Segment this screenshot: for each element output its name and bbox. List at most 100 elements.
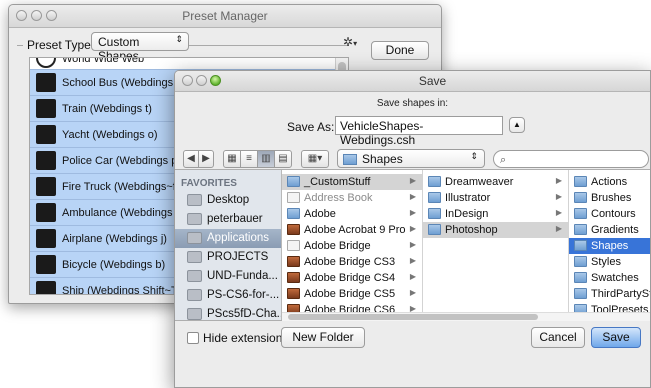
- browser-item[interactable]: InDesign ▶: [423, 206, 568, 222]
- save-button[interactable]: Save: [591, 327, 641, 348]
- column-applications: _CustomStuff ▶ Address Book ▶ Adobe ▶ Adobe Ac…: [282, 170, 423, 320]
- train-icon: [36, 99, 56, 118]
- sidebar-heading: FAVORITES: [181, 178, 237, 189]
- ship-icon: [36, 281, 56, 294]
- browser-item-label: Adobe: [304, 208, 336, 220]
- browser-item[interactable]: Gradients: [569, 222, 650, 238]
- browser-item[interactable]: Dreamweaver ▶: [423, 174, 568, 190]
- hscroll-thumb[interactable]: [288, 314, 538, 320]
- browser-item-label: Adobe Acrobat 9 Pro: [304, 224, 406, 236]
- updown-arrows-icon: ⇕: [175, 34, 183, 44]
- fire-truck-icon: [36, 177, 56, 196]
- save-as-label: Save As:: [287, 120, 335, 134]
- list-item-label: Police Car (Webdings p): [62, 155, 182, 167]
- file-browser: FAVORITES Desktop peterbauer Applications P…: [175, 169, 650, 321]
- preset-type-select[interactable]: Custom Shapes ⇕: [91, 32, 189, 63]
- browser-item[interactable]: Actions: [569, 174, 650, 190]
- coverflow-view-button[interactable]: ▤: [274, 150, 292, 168]
- search-icon: ⌕: [500, 154, 507, 166]
- updown-arrows-icon: ⇕: [470, 151, 478, 161]
- location-value: Shapes: [362, 152, 403, 166]
- gear-icon[interactable]: ✲▾: [343, 35, 357, 49]
- list-item[interactable]: World Wide Web: [30, 58, 348, 70]
- folder-icon: [574, 192, 587, 203]
- browser-item-label: Gradients: [591, 224, 639, 236]
- browser-item-label: Brushes: [591, 192, 632, 204]
- location-select[interactable]: Shapes ⇕: [337, 149, 485, 168]
- folder-icon: [574, 240, 587, 251]
- browser-item-label: Swatches: [591, 272, 639, 284]
- back-button[interactable]: ◀: [183, 150, 199, 168]
- folder-icon: [187, 194, 202, 206]
- file-icon: [287, 192, 300, 203]
- column-adobe-custom: Dreamweaver ▶ Illustrator ▶ InDesign ▶ Photosh…: [423, 170, 569, 320]
- browser-item-label: Actions: [591, 176, 628, 188]
- sidebar-item[interactable]: PS-CS6-for-...: [175, 286, 281, 305]
- icon-view-button[interactable]: ▦: [223, 150, 241, 168]
- browser-item[interactable]: Adobe Acrobat 9 Pro ▶: [282, 222, 422, 238]
- browser-item[interactable]: Swatches: [569, 270, 650, 286]
- browser-item[interactable]: Adobe ▶: [282, 206, 422, 222]
- folder-icon: [187, 308, 202, 320]
- browser-item[interactable]: Adobe Bridge CS3 ▶: [282, 254, 422, 270]
- browser-item-label: Adobe Bridge CS4: [304, 272, 396, 284]
- chevron-up-icon: ▲: [513, 120, 521, 129]
- browser-item[interactable]: Photoshop ▶: [423, 222, 568, 238]
- horizontal-scrollbar[interactable]: [282, 312, 650, 321]
- column-view-button[interactable]: ▥: [257, 150, 275, 168]
- folder-icon: [343, 154, 357, 165]
- back-arrow-icon: ◀: [187, 153, 195, 164]
- cancel-button[interactable]: Cancel: [531, 327, 585, 348]
- folder-icon: [574, 256, 587, 267]
- sidebar-item-label: Applications: [207, 232, 270, 244]
- app-icon: [287, 272, 300, 283]
- browser-item[interactable]: _CustomStuff ▶: [282, 174, 422, 190]
- hide-extension-checkbox[interactable]: [187, 332, 199, 344]
- expand-toggle-button[interactable]: ▲: [509, 117, 525, 133]
- folder-icon: [287, 208, 300, 219]
- preset-manager-titlebar: Preset Manager: [9, 5, 441, 28]
- browser-item[interactable]: ThirdPartyStuf: [569, 286, 650, 302]
- browser-item[interactable]: Adobe Bridge CS4 ▶: [282, 270, 422, 286]
- list-item-label: Fire Truck (Webdings~f): [62, 181, 180, 193]
- sidebar-item[interactable]: Applications: [175, 229, 281, 248]
- sidebar-item[interactable]: UND-Funda...: [175, 267, 281, 286]
- folder-icon: [428, 224, 441, 235]
- browser-item[interactable]: Styles: [569, 254, 650, 270]
- list-item-label: Ship (Webdings Shift~T): [62, 285, 182, 295]
- new-folder-button[interactable]: New Folder: [281, 327, 365, 348]
- browser-item[interactable]: Shapes: [569, 238, 650, 254]
- favorites-sidebar: FAVORITES Desktop peterbauer Applications P…: [175, 170, 282, 320]
- list-view-button[interactable]: ≡: [240, 150, 258, 168]
- bicycle-icon: [36, 255, 56, 274]
- disclosure-arrow-icon: ▶: [409, 272, 416, 281]
- grid-icon: ▦: [227, 153, 237, 164]
- browser-item[interactable]: Adobe Bridge CS5 ▶: [282, 286, 422, 302]
- sidebar-item[interactable]: PROJECTS: [175, 248, 281, 267]
- folder-icon: [428, 176, 441, 187]
- arrange-icon: ▦▾: [307, 153, 323, 164]
- window-title: Preset Manager: [182, 9, 268, 23]
- forward-button[interactable]: ▶: [198, 150, 214, 168]
- filename-field[interactable]: VehicleShapes-Webdings.csh: [335, 116, 503, 147]
- done-button[interactable]: Done: [371, 41, 429, 60]
- browser-item[interactable]: Illustrator ▶: [423, 190, 568, 206]
- browser-item[interactable]: Address Book ▶: [282, 190, 422, 206]
- disclosure-arrow-icon: ▶: [555, 192, 562, 201]
- list-item-label: Yacht (Webdings o): [62, 129, 158, 141]
- browser-item[interactable]: Brushes: [569, 190, 650, 206]
- browser-item[interactable]: Contours: [569, 206, 650, 222]
- disclosure-arrow-icon: ▶: [409, 192, 416, 201]
- browser-item[interactable]: Adobe Bridge ▶: [282, 238, 422, 254]
- sidebar-item[interactable]: peterbauer: [175, 210, 281, 229]
- disclosure-arrow-icon: ▶: [555, 176, 562, 185]
- airplane-icon: [36, 229, 56, 248]
- file-icon: [287, 240, 300, 251]
- sidebar-item[interactable]: PScs5fD-Cha...: [175, 305, 281, 320]
- search-input[interactable]: ⌕: [493, 150, 649, 168]
- school-bus-icon: [36, 73, 56, 92]
- arrange-button[interactable]: ▦▾: [301, 150, 329, 168]
- sidebar-item[interactable]: Desktop: [175, 191, 281, 210]
- disclosure-arrow-icon: ▶: [555, 224, 562, 233]
- disclosure-arrow-icon: ▶: [555, 208, 562, 217]
